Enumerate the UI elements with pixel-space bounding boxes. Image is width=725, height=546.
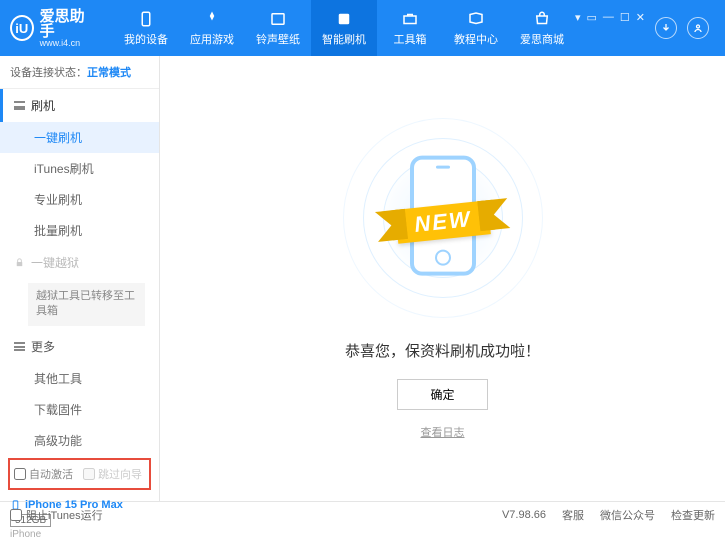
sidebar-section-jailbreak: 一键越狱 <box>0 246 159 279</box>
book-icon <box>466 10 486 28</box>
lock-icon <box>14 257 25 268</box>
nav-toolbox[interactable]: 工具箱 <box>377 0 443 56</box>
nav-shop[interactable]: 爱思商城 <box>509 0 575 56</box>
app-logo: iU 爱思助手 www.i4.cn <box>10 9 93 48</box>
checkbox-skip-guide: 跳过向导 <box>83 466 142 482</box>
logo-icon: iU <box>10 15 34 41</box>
maximize-icon[interactable]: ☐ <box>620 11 630 24</box>
checkbox-block-itunes[interactable]: 阻止iTunes运行 <box>10 507 103 523</box>
menu-icon[interactable]: ▾ <box>575 11 581 24</box>
sidebar-section-flash[interactable]: 刷机 <box>0 89 159 122</box>
flash-icon <box>334 10 354 28</box>
footer-link-wechat[interactable]: 微信公众号 <box>600 507 655 523</box>
jailbreak-moved-note[interactable]: 越狱工具已转移至工具箱 <box>28 283 145 326</box>
nav-ringtone-wallpaper[interactable]: 铃声壁纸 <box>245 0 311 56</box>
success-message: 恭喜您，保资料刷机成功啦！ <box>345 340 540 361</box>
top-nav: 我的设备 应用游戏 铃声壁纸 智能刷机 工具箱 教程中心 爱思商城 <box>113 0 575 56</box>
image-icon <box>268 10 288 28</box>
list-icon <box>14 101 25 110</box>
list-icon <box>14 342 25 351</box>
toolbox-icon <box>400 10 420 28</box>
sidebar-item-itunes-flash[interactable]: iTunes刷机 <box>0 153 159 184</box>
sidebar-item-download-firmware[interactable]: 下载固件 <box>0 394 159 425</box>
app-name: 爱思助手 <box>40 9 93 39</box>
titlebar: iU 爱思助手 www.i4.cn 我的设备 应用游戏 铃声壁纸 智能刷机 工具… <box>0 0 725 56</box>
download-button[interactable] <box>655 17 677 39</box>
version-label: V7.98.66 <box>502 509 546 521</box>
connection-status: 设备连接状态：正常模式 <box>0 56 159 89</box>
sidebar-section-more[interactable]: 更多 <box>0 330 159 363</box>
nav-apps-games[interactable]: 应用游戏 <box>179 0 245 56</box>
title-controls: ▾ ▭ — ☐ ✕ <box>575 11 715 46</box>
close-icon[interactable]: ✕ <box>636 11 645 24</box>
view-log-link[interactable]: 查看日志 <box>421 424 465 440</box>
sidebar-item-batch-flash[interactable]: 批量刷机 <box>0 215 159 246</box>
checkbox-auto-activate[interactable]: 自动激活 <box>14 466 73 482</box>
main-panel: NEW 恭喜您，保资料刷机成功啦！ 确定 查看日志 <box>160 56 725 501</box>
minimize-icon[interactable]: — <box>603 11 614 24</box>
nav-my-device[interactable]: 我的设备 <box>113 0 179 56</box>
ok-button[interactable]: 确定 <box>397 379 487 410</box>
device-type: iPhone <box>10 529 149 540</box>
app-url: www.i4.cn <box>40 39 93 48</box>
sidebar-item-oneclick-flash[interactable]: 一键刷机 <box>0 122 159 153</box>
sidebar-item-advanced[interactable]: 高级功能 <box>0 425 159 456</box>
nav-tutorials[interactable]: 教程中心 <box>443 0 509 56</box>
device-icon <box>136 10 156 28</box>
sidebar-item-pro-flash[interactable]: 专业刷机 <box>0 184 159 215</box>
success-illustration: NEW <box>343 118 543 318</box>
sidebar-item-other-tools[interactable]: 其他工具 <box>0 363 159 394</box>
tray-icon[interactable]: ▭ <box>587 11 597 24</box>
app-icon <box>202 10 222 28</box>
shop-icon <box>532 10 552 28</box>
user-button[interactable] <box>687 17 709 39</box>
flash-options: 自动激活 跳过向导 <box>8 458 151 490</box>
sidebar: 设备连接状态：正常模式 刷机 一键刷机 iTunes刷机 专业刷机 批量刷机 一… <box>0 56 160 501</box>
footer-link-update[interactable]: 检查更新 <box>671 507 715 523</box>
footer-link-support[interactable]: 客服 <box>562 507 584 523</box>
nav-smart-flash[interactable]: 智能刷机 <box>311 0 377 56</box>
